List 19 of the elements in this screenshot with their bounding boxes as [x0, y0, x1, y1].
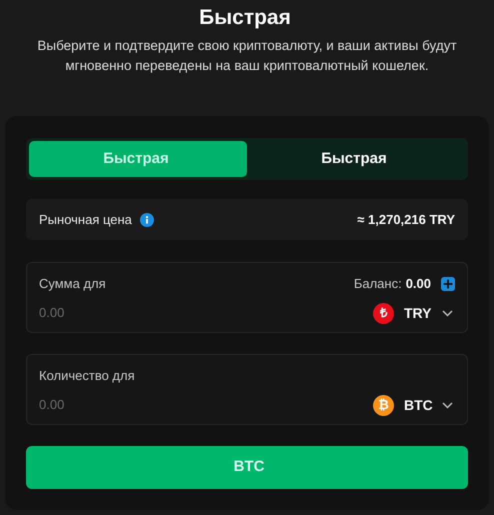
page-subtitle: Выберите и подтвердите свою криптовалюту, и ваши активы будут мгновенно переведены на ваш криптовалютный кошелек. [36, 37, 458, 75]
balance-label: Баланс: [354, 275, 402, 294]
amount-input[interactable]: 0.00 [39, 303, 189, 323]
field-label: Сумма для [39, 275, 106, 294]
amount-input[interactable]: 0.00 [39, 395, 189, 415]
currency-selector[interactable]: ₿ BTC [373, 394, 453, 416]
field-label: Количество для [39, 367, 135, 386]
market-price-value: ≈ 1,270,216 TRY [357, 210, 455, 229]
add-icon[interactable] [441, 277, 455, 291]
currency-selector[interactable]: ₺ TRY [373, 302, 453, 324]
tab[interactable]: Быстрая [247, 141, 465, 177]
market-price-label: Рыночная цена [39, 210, 132, 229]
page-title: Быстрая [199, 5, 291, 32]
chevron-down-icon [442, 310, 453, 316]
balance-value: 0.00 [406, 275, 431, 294]
coin-icon: ₿ [373, 394, 394, 416]
info-icon [140, 212, 154, 226]
coin-icon: ₺ [373, 302, 394, 324]
chevron-down-icon [442, 402, 453, 408]
